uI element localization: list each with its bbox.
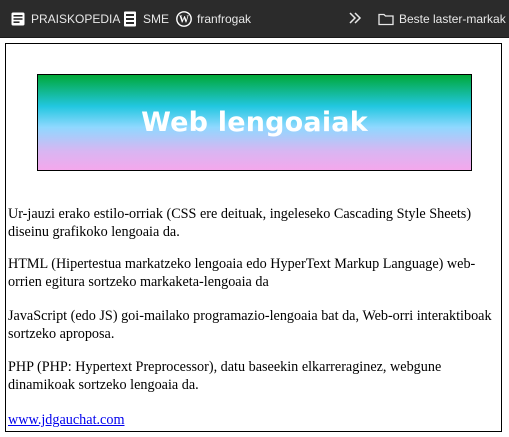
- bookmarks-bar: PRAISKOPEDIA SME W franfrogak Beste last…: [0, 0, 509, 38]
- praiskopedia-icon: [10, 11, 26, 27]
- page-title: Web lengoaiak: [141, 107, 368, 138]
- paragraph-css: Ur-jauzi erako estilo-orriak (CSS ere de…: [8, 206, 472, 240]
- bookmark-sme[interactable]: SME: [118, 7, 173, 31]
- page-content: Web lengoaiak Ur-jauzi erako estilo-orri…: [5, 43, 502, 432]
- wordpress-icon: W: [176, 11, 192, 27]
- chevron-double-right-icon: [348, 11, 362, 27]
- bookmarks-overflow-button[interactable]: [343, 7, 367, 31]
- bookmark-label: PRAISKOPEDIA: [31, 12, 121, 26]
- paragraph-php: PHP (PHP: Hypertext Preprocessor), datu …: [8, 359, 442, 393]
- paragraph-javascript: JavaScript (edo JS) goi-mailako programa…: [8, 308, 492, 342]
- other-bookmarks-folder[interactable]: Beste laster-markak: [374, 7, 509, 31]
- bookmark-praiskopedia[interactable]: PRAISKOPEDIA: [6, 7, 124, 31]
- bookmark-franfrogak[interactable]: W franfrogak: [172, 7, 255, 31]
- bookmark-folder-label: Beste laster-markak: [399, 12, 506, 26]
- website-link[interactable]: www.jdgauchat.com: [8, 411, 125, 429]
- bookmark-label: franfrogak: [197, 12, 252, 26]
- bookmark-label: SME: [143, 12, 170, 26]
- paragraph-html: HTML (Hipertestua markatzeko lengoaia ed…: [8, 256, 476, 290]
- header-banner: Web lengoaiak: [37, 74, 472, 171]
- svg-text:W: W: [179, 15, 189, 26]
- folder-icon: [378, 11, 394, 27]
- sme-icon: [122, 11, 138, 27]
